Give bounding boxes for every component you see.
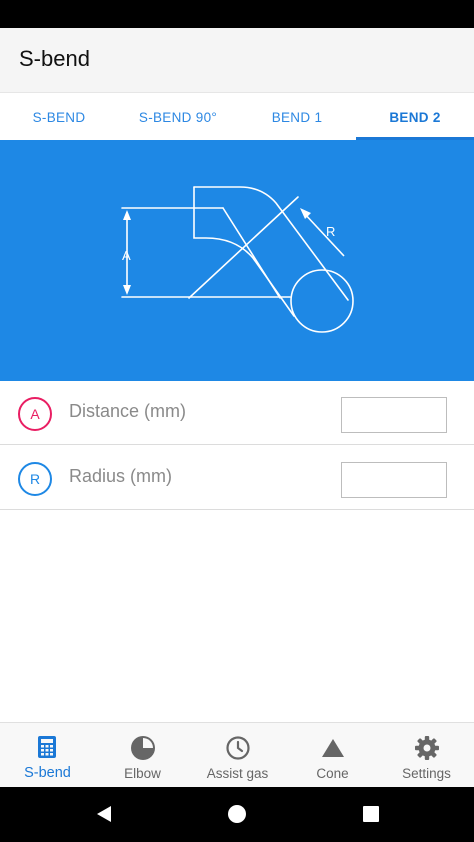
distance-row: A Distance (mm) [0,381,474,445]
gear-icon [415,736,439,760]
nav-s-bend-label: S-bend [24,765,71,781]
radius-input[interactable] [341,462,447,498]
status-bar [0,0,474,28]
back-icon[interactable] [94,804,114,824]
nav-assist-gas[interactable]: Assist gas [190,723,285,788]
nav-assist-gas-label: Assist gas [206,766,269,781]
dimension-a-label: A [122,248,131,263]
pie-chart-icon [131,736,155,760]
system-navigation-bar [0,787,474,842]
triangle-icon [322,739,344,757]
nav-elbow-label: Elbow [124,766,161,781]
calculator-icon [38,736,56,758]
bottom-navigation: S-bend Elbow Assist gas Cone Settings [0,722,474,787]
clock-icon [226,736,250,760]
bend-diagram: A R [0,140,474,381]
nav-elbow[interactable]: Elbow [95,723,190,788]
nav-cone[interactable]: Cone [285,723,380,788]
tab-bar: S-BEND S-BEND 90° BEND 1 BEND 2 [0,92,474,140]
radius-row: R Radius (mm) [0,446,474,510]
distance-input[interactable] [341,397,447,433]
tab-bend-1[interactable]: BEND 1 [238,93,356,141]
nav-s-bend[interactable]: S-bend [0,723,95,788]
distance-badge: A [18,397,52,431]
dimension-r-label: R [326,224,335,239]
app-bar: S-bend [0,28,474,92]
recents-icon[interactable] [361,804,381,824]
distance-label: Distance (mm) [69,401,187,421]
nav-settings-label: Settings [402,766,451,781]
tab-s-bend-90[interactable]: S-BEND 90° [118,93,238,141]
page-title: S-bend [19,46,90,71]
radius-badge: R [18,462,52,496]
tab-bend-2[interactable]: BEND 2 [356,93,474,141]
radius-label: Radius (mm) [69,466,173,486]
nav-settings[interactable]: Settings [379,723,474,788]
bend-diagram-drawing: A R [121,186,354,333]
home-icon[interactable] [227,804,247,824]
tab-s-bend[interactable]: S-BEND [0,93,118,141]
nav-cone-label: Cone [316,766,349,781]
